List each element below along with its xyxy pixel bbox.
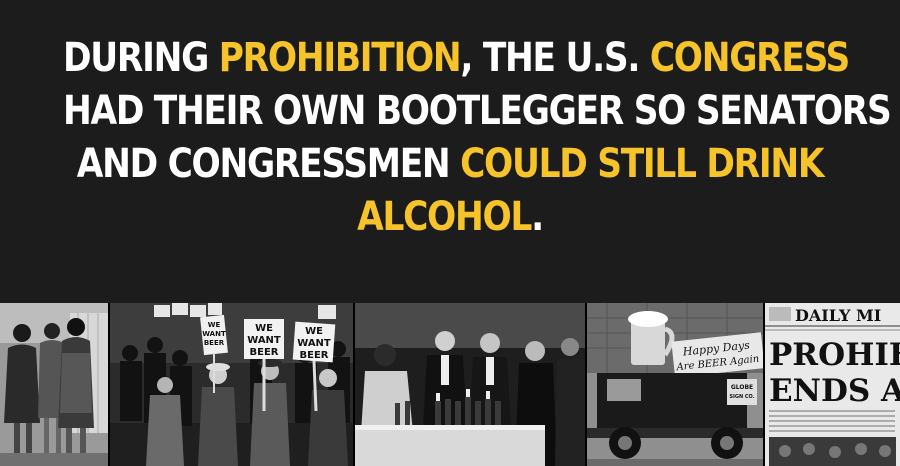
- headline-highlight: CONGRESS: [649, 35, 850, 81]
- photo-beer-protest: WE WANT BEER WE WANT BEER WE WANT BEER: [110, 303, 353, 466]
- svg-text:WE: WE: [208, 321, 221, 329]
- headline-highlight: PROHIBITION: [218, 35, 462, 81]
- svg-text:PROHIB: PROHIB: [769, 337, 900, 373]
- svg-text:DAILY MI: DAILY MI: [795, 306, 881, 325]
- newspaper-headline: PROHIB ENDS AT: [769, 337, 900, 409]
- headline-text: , THE U.S.: [460, 35, 650, 81]
- headline-line: HAD THEIR OWN BOOTLEGGER SO SENATORS: [63, 85, 892, 138]
- headline-text: .: [531, 194, 544, 240]
- svg-text:ENDS AT: ENDS AT: [769, 373, 900, 409]
- newspaper-masthead: DAILY MI: [795, 306, 881, 325]
- svg-text:WANT: WANT: [297, 338, 331, 349]
- photo-congress-bar: [355, 303, 585, 466]
- photo-newspaper: DAILY MI PROHIB ENDS AT: [765, 303, 900, 466]
- headline-highlight: COULD STILL DRINK: [460, 141, 824, 187]
- headline: DURING PROHIBITION, THE U.S. CONGRESS HAD…: [63, 32, 892, 244]
- headline-text: AND CONGRESSMEN: [76, 141, 461, 187]
- headline-line: AND CONGRESSMEN COULD STILL DRINK: [63, 138, 837, 191]
- svg-text:WE: WE: [305, 326, 323, 337]
- svg-text:BEER: BEER: [300, 350, 329, 361]
- svg-text:GLOBE: GLOBE: [731, 384, 753, 391]
- headline-text: DURING: [63, 35, 219, 81]
- photo-strip: WE WANT BEER WE WANT BEER WE WANT BEER H…: [0, 303, 900, 466]
- photo-women-drinking: [0, 303, 108, 466]
- headline-highlight: ALCOHOL: [357, 194, 532, 240]
- photo-beer-truck: Happy Days Are BEER Again GLOBE SIGN CO.: [587, 303, 763, 466]
- svg-text:BEER: BEER: [250, 347, 279, 358]
- svg-text:WANT: WANT: [202, 330, 226, 338]
- svg-text:WE: WE: [255, 323, 273, 334]
- svg-text:SIGN CO.: SIGN CO.: [729, 394, 754, 400]
- headline-line: ALCOHOL.: [63, 191, 837, 244]
- headline-text: HAD THEIR OWN BOOTLEGGER SO SENATORS: [63, 88, 892, 134]
- headline-line: DURING PROHIBITION, THE U.S. CONGRESS: [63, 32, 850, 85]
- svg-text:BEER: BEER: [204, 339, 225, 347]
- svg-text:WANT: WANT: [247, 335, 281, 346]
